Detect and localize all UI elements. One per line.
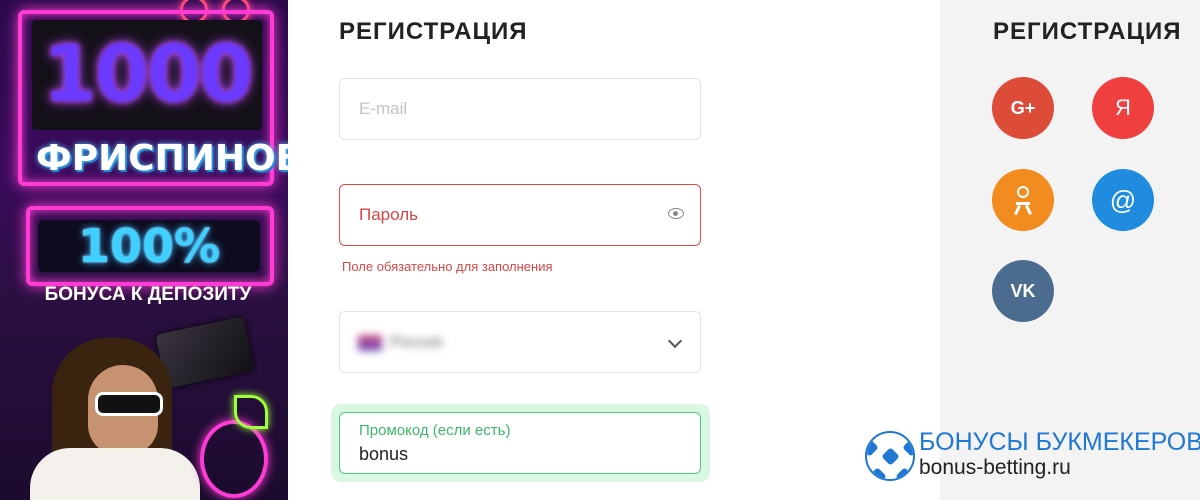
promo-field[interactable]: Промокод (если есть) bonus: [339, 412, 701, 474]
freespins-count: 1000: [42, 30, 253, 120]
password-placeholder: Пароль: [359, 205, 418, 224]
vk-icon: VK: [1010, 280, 1036, 301]
password-error: Поле обязательно для заполнения: [342, 259, 553, 274]
social-registration: РЕГИСТРАЦИЯ G+ Я @ VK: [940, 0, 1200, 500]
sunglasses-icon: [95, 392, 163, 416]
email-input[interactable]: [340, 79, 659, 139]
mailru-icon: @: [1109, 184, 1137, 215]
vk-button[interactable]: VK: [992, 260, 1054, 322]
odnoklassniki-icon: [1013, 185, 1033, 216]
odnoklassniki-button[interactable]: [992, 169, 1054, 231]
google-plus-icon: G+: [1010, 97, 1036, 118]
card-icon: [155, 316, 255, 389]
freespins-label: ФРИСПИНОВ: [36, 138, 288, 179]
flag-icon: [358, 335, 382, 351]
country-value: Россия: [390, 334, 443, 351]
watermark-title: БОНУСЫ БУКМЕКЕРОВ: [919, 428, 1200, 456]
watermark-url: bonus-betting.ru: [919, 456, 1071, 479]
social-title: РЕГИСТРАЦИЯ: [993, 18, 1182, 45]
mailru-button[interactable]: @: [1092, 169, 1154, 231]
form-title: РЕГИСТРАЦИЯ: [339, 18, 528, 45]
eye-icon[interactable]: [668, 208, 684, 219]
password-field[interactable]: Пароль: [339, 184, 701, 246]
character-jacket: [30, 448, 200, 500]
watermark: БОНУСЫ БУКМЕКЕРОВ bonus-betting.ru: [865, 428, 1200, 484]
plum-icon: [200, 420, 268, 498]
leaf-icon: [234, 395, 268, 429]
country-value-blurred: Россия: [358, 334, 588, 352]
freespins-count-box: 1000: [32, 20, 262, 130]
promo-input[interactable]: bonus: [359, 444, 408, 465]
promo-label: Промокод (если есть): [359, 422, 511, 439]
yandex-button[interactable]: Я: [1092, 77, 1154, 139]
bonus-percent: 100%: [77, 219, 221, 273]
email-field[interactable]: [339, 78, 701, 140]
bonus-percent-box: 100%: [38, 220, 260, 272]
chevron-down-icon[interactable]: [667, 333, 683, 349]
bonus-label: БОНУСА К ДЕПОЗИТУ: [44, 284, 252, 305]
promo-banner[interactable]: 1000 ФРИСПИНОВ 100% БОНУСА К ДЕПОЗИТУ: [0, 0, 288, 500]
soccer-ball-icon: [865, 431, 915, 481]
promo-focus-ring: Промокод (если есть) bonus: [331, 404, 710, 482]
google-plus-button[interactable]: G+: [992, 77, 1054, 139]
country-select[interactable]: Россия: [339, 311, 701, 373]
registration-form: РЕГИСТРАЦИЯ Пароль Поле обязательно для …: [288, 0, 940, 500]
yandex-icon: Я: [1115, 95, 1131, 120]
